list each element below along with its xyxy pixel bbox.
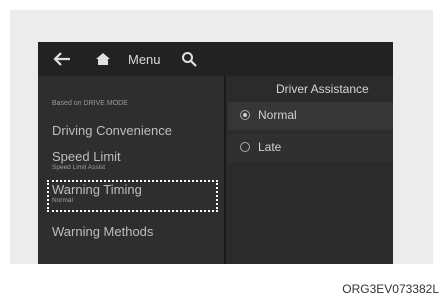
- search-icon: [182, 52, 197, 67]
- sidebar-item-warning-methods[interactable]: Warning Methods: [52, 224, 153, 239]
- radio-button-selected[interactable]: [240, 110, 250, 120]
- sidebar-item-label: Warning Methods: [52, 224, 154, 239]
- based-on-label: Based on DRIVE MODE: [52, 100, 128, 107]
- sidebar-item-sublabel: Speed Limit Assist: [52, 164, 106, 171]
- home-icon: [96, 53, 110, 65]
- radio-button[interactable]: [240, 142, 250, 152]
- option-late[interactable]: Late: [228, 134, 393, 162]
- option-label: Late: [258, 140, 282, 154]
- menu-button[interactable]: Menu: [128, 42, 161, 76]
- sidebar-item-sublabel: Normal: [52, 197, 73, 204]
- home-button[interactable]: [92, 42, 114, 76]
- search-button[interactable]: [178, 42, 200, 76]
- sidebar-item-label: Speed Limit: [52, 149, 121, 164]
- back-button[interactable]: [50, 42, 74, 76]
- sidebar-item-driving-convenience[interactable]: Driving Convenience: [52, 123, 172, 138]
- menu-label: Menu: [128, 51, 161, 67]
- option-normal[interactable]: Normal: [228, 102, 393, 130]
- sidebar-divider: [224, 76, 226, 264]
- sidebar-item-warning-timing[interactable]: Warning Timing Normal: [52, 182, 142, 205]
- radio-dot: [243, 113, 247, 117]
- sidebar-item-speed-limit[interactable]: Speed Limit Speed Limit Assist: [52, 149, 121, 172]
- sidebar-item-label: Driving Convenience: [52, 123, 172, 138]
- panel-title: Driver Assistance: [276, 82, 369, 96]
- figure-caption: ORG3EV073382L: [342, 282, 439, 296]
- sidebar-item-label: Warning Timing: [52, 182, 142, 197]
- option-label: Normal: [258, 108, 297, 122]
- arrow-left-icon: [53, 52, 70, 66]
- topbar: Menu: [38, 42, 393, 76]
